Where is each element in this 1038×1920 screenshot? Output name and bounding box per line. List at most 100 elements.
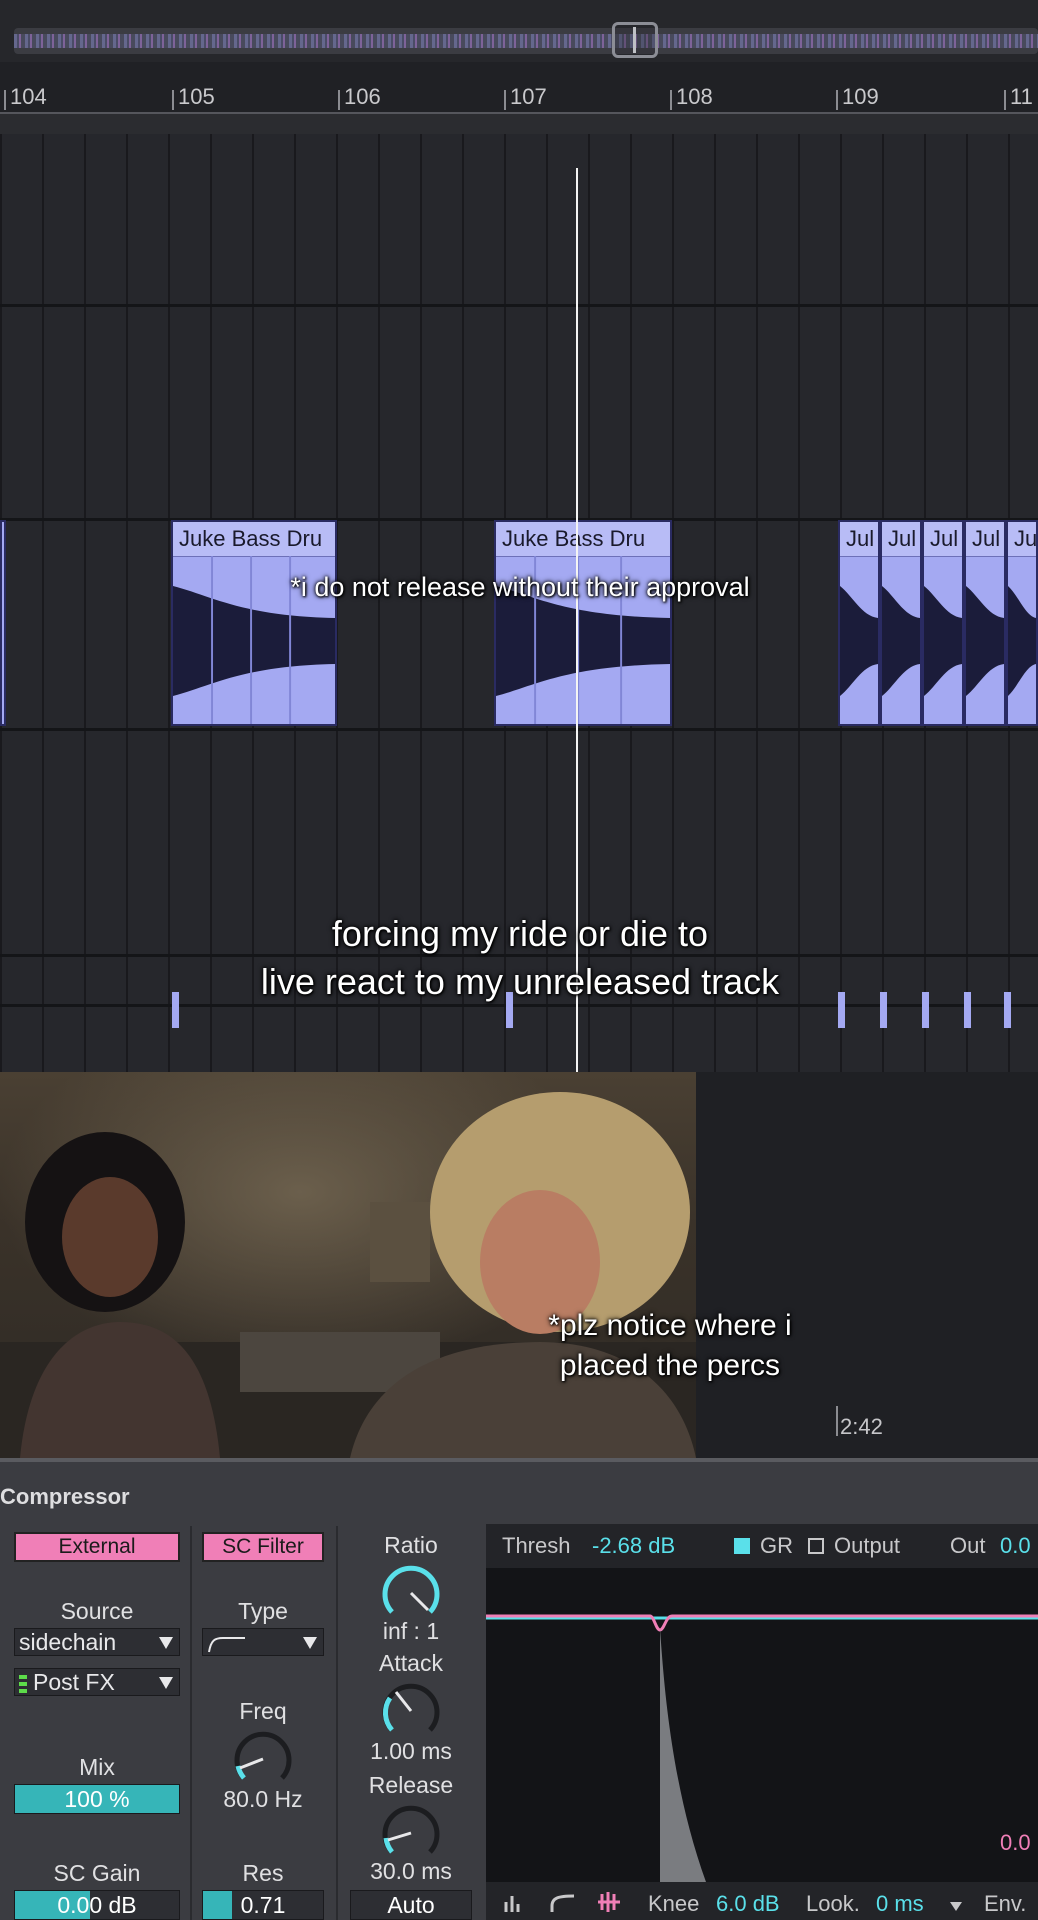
filter-type-dropdown[interactable] bbox=[202, 1628, 324, 1656]
freq-knob[interactable] bbox=[230, 1726, 296, 1792]
clip-waveform bbox=[840, 586, 878, 696]
release-label: Release bbox=[368, 1772, 454, 1798]
thresh-value[interactable]: -2.68 dB bbox=[592, 1533, 675, 1559]
clip-waveform bbox=[882, 586, 920, 696]
track-divider bbox=[0, 728, 1038, 731]
source-value: sidechain bbox=[19, 1629, 117, 1655]
caption-approval: *i do not release without their approval bbox=[290, 572, 750, 602]
track-divider bbox=[0, 304, 1038, 307]
bar-ruler[interactable]: 104 105 106 107 108 109 11 bbox=[0, 62, 1038, 113]
perc-clip[interactable] bbox=[964, 992, 971, 1028]
audio-clip[interactable]: Jul bbox=[964, 520, 1006, 726]
gain-reduction-graph bbox=[486, 1614, 1038, 1882]
sc-gain-label: SC Gain bbox=[53, 1860, 141, 1886]
perc-clip[interactable] bbox=[922, 992, 929, 1028]
time-marker: 2:42 bbox=[836, 1406, 883, 1439]
loop-brace-track[interactable] bbox=[0, 112, 1038, 136]
chevron-down-icon bbox=[159, 1677, 173, 1689]
caption-percs: *plz notice where i placed the percs bbox=[500, 1306, 840, 1386]
perc-clip[interactable] bbox=[1004, 992, 1011, 1028]
arrangement-overview[interactable] bbox=[0, 0, 1038, 62]
device-title[interactable]: Compressor bbox=[0, 1484, 130, 1510]
thresh-label: Thresh bbox=[502, 1533, 571, 1558]
knee-value[interactable]: 6.0 dB bbox=[716, 1891, 780, 1917]
source-label: Source bbox=[60, 1598, 134, 1624]
sc-filter-toggle[interactable]: SC Filter bbox=[202, 1532, 324, 1562]
clip-title: Jul bbox=[882, 522, 920, 557]
sc-gain-value: 0.00 dB bbox=[57, 1892, 137, 1918]
bar-label: 105 bbox=[172, 84, 215, 110]
chevron-down-icon[interactable] bbox=[950, 1902, 962, 1911]
clip-title: Ju bbox=[1008, 522, 1036, 557]
audio-clip[interactable]: Jul bbox=[922, 520, 964, 726]
clip-title: Jul bbox=[966, 522, 1004, 557]
audio-clip[interactable]: Ju bbox=[1006, 520, 1038, 726]
res-slider[interactable]: 0.71 bbox=[202, 1890, 324, 1920]
chevron-down-icon bbox=[159, 1637, 173, 1649]
reaction-video bbox=[0, 1072, 696, 1458]
bar-label: 108 bbox=[670, 84, 713, 110]
clip-waveform bbox=[924, 586, 962, 696]
collision-view-icon[interactable] bbox=[594, 1890, 624, 1914]
look-value[interactable]: 0 ms bbox=[876, 1891, 924, 1917]
caption-percs-line1: *plz notice where i bbox=[548, 1309, 792, 1342]
ratio-value: inf : 1 bbox=[382, 1618, 440, 1644]
post-fx-value: Post FX bbox=[33, 1669, 115, 1695]
auto-release-button[interactable]: Auto bbox=[350, 1890, 472, 1920]
output-checkbox[interactable] bbox=[808, 1538, 824, 1554]
release-knob[interactable] bbox=[378, 1800, 444, 1866]
out-value[interactable]: 0.0 bbox=[1000, 1533, 1031, 1559]
sc-gain-slider[interactable]: 0.00 dB bbox=[14, 1890, 180, 1920]
overview-strip[interactable] bbox=[14, 28, 1038, 54]
type-label: Type bbox=[238, 1598, 288, 1624]
output-label: Output bbox=[834, 1533, 901, 1558]
clip-waveform bbox=[966, 586, 1004, 696]
audio-clip[interactable]: Juke Bass Dru bbox=[171, 520, 337, 726]
gr-checkbox[interactable] bbox=[734, 1538, 750, 1554]
source-dropdown[interactable]: sidechain bbox=[14, 1628, 180, 1656]
perc-clip[interactable] bbox=[880, 992, 887, 1028]
video-scene bbox=[0, 1092, 696, 1458]
caption-main: forcing my ride or die to live react to … bbox=[160, 910, 880, 1006]
clip-title: Juke Bass Dru bbox=[173, 522, 335, 557]
bar-label: 104 bbox=[4, 84, 47, 110]
attack-value: 1.00 ms bbox=[370, 1738, 452, 1764]
external-toggle[interactable]: External bbox=[14, 1532, 180, 1562]
chevron-down-icon bbox=[303, 1637, 317, 1649]
curve-view-icon[interactable] bbox=[548, 1892, 578, 1914]
audio-clip[interactable]: Juke Bass Dru bbox=[494, 520, 672, 726]
res-label: Res bbox=[242, 1860, 284, 1886]
meter-icon bbox=[19, 1674, 27, 1693]
env-label: Env. bbox=[984, 1891, 1027, 1916]
post-fx-dropdown[interactable]: Post FX bbox=[14, 1668, 180, 1696]
caption-main-line2: live react to my unreleased track bbox=[260, 961, 780, 1002]
release-value: 30.0 ms bbox=[370, 1858, 452, 1884]
out-label: Out bbox=[950, 1533, 986, 1558]
caption-percs-line2: placed the percs bbox=[559, 1349, 781, 1382]
bar-label: 11 bbox=[1004, 84, 1033, 110]
mix-value: 100 % bbox=[64, 1786, 130, 1812]
gr-label: GR bbox=[760, 1533, 793, 1558]
ratio-knob[interactable] bbox=[378, 1560, 444, 1626]
auto-label: Auto bbox=[387, 1892, 435, 1918]
res-value: 0.71 bbox=[240, 1892, 286, 1918]
audio-clip[interactable]: Jul bbox=[838, 520, 880, 726]
activity-view-icon[interactable] bbox=[500, 1892, 530, 1914]
attack-knob[interactable] bbox=[378, 1678, 444, 1744]
overview-scroll-handle[interactable] bbox=[612, 22, 658, 58]
mix-label: Mix bbox=[79, 1754, 115, 1780]
caption-main-line1: forcing my ride or die to bbox=[331, 913, 709, 954]
display-right-value: 0.0 bbox=[1000, 1830, 1031, 1855]
clip-title: Jul bbox=[924, 522, 962, 557]
audio-clip-edge[interactable] bbox=[0, 520, 6, 726]
look-label: Look. bbox=[806, 1891, 860, 1916]
bar-label: 106 bbox=[338, 84, 381, 110]
highpass-curve-icon bbox=[208, 1636, 245, 1653]
audio-clip[interactable]: Jul bbox=[880, 520, 922, 726]
freq-label: Freq bbox=[239, 1698, 287, 1724]
knee-label: Knee bbox=[648, 1891, 700, 1916]
attack-label: Attack bbox=[379, 1650, 443, 1676]
mix-slider[interactable]: 100 % bbox=[14, 1784, 180, 1814]
freq-value: 80.0 Hz bbox=[223, 1786, 303, 1812]
clip-title: Jul bbox=[840, 522, 878, 557]
